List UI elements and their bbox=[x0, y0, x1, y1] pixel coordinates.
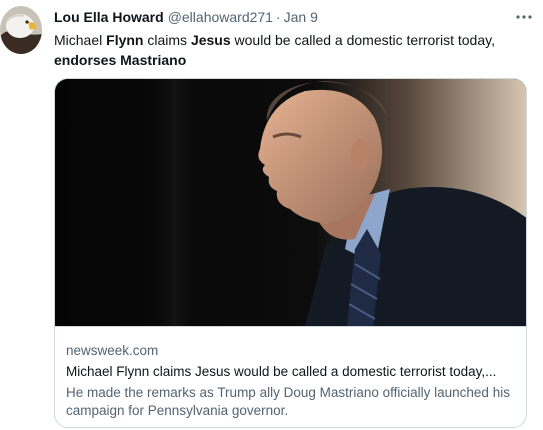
tweet[interactable]: Lou Ella Howard @ellahoward271 · Jan 9 M… bbox=[0, 0, 543, 430]
author-name[interactable]: Lou Ella Howard bbox=[54, 8, 164, 26]
tweet-text-segment: Jesus bbox=[190, 32, 231, 48]
separator-dot: · bbox=[275, 9, 281, 25]
tweet-text: Michael Flynn claims Jesus would be call… bbox=[54, 30, 514, 70]
tweet-header: Lou Ella Howard @ellahoward271 · Jan 9 bbox=[54, 8, 536, 26]
card-description: He made the remarks as Trump ally Doug M… bbox=[66, 385, 510, 418]
card-photo bbox=[55, 79, 526, 326]
tweet-text-segment: claims bbox=[143, 32, 191, 48]
link-card[interactable]: newsweek.com Michael Flynn claims Jesus … bbox=[54, 78, 527, 428]
card-domain: newsweek.com bbox=[66, 343, 159, 358]
tweet-text-segment: endorses Mastriano bbox=[54, 52, 187, 68]
more-horizontal-icon[interactable] bbox=[512, 8, 536, 26]
card-title: Michael Flynn claims Jesus would be call… bbox=[66, 364, 497, 379]
tweet-text-segment: Flynn bbox=[106, 32, 144, 48]
author-handle[interactable]: @ellahoward271 bbox=[168, 8, 273, 26]
card-image[interactable] bbox=[55, 79, 526, 326]
tweet-date[interactable]: Jan 9 bbox=[284, 8, 318, 26]
eagle-avatar-image bbox=[0, 6, 42, 54]
tweet-text-segment: would be called a domestic terrorist tod… bbox=[230, 32, 495, 48]
tweet-text-segment: Michael bbox=[54, 32, 107, 48]
avatar[interactable] bbox=[0, 6, 42, 54]
